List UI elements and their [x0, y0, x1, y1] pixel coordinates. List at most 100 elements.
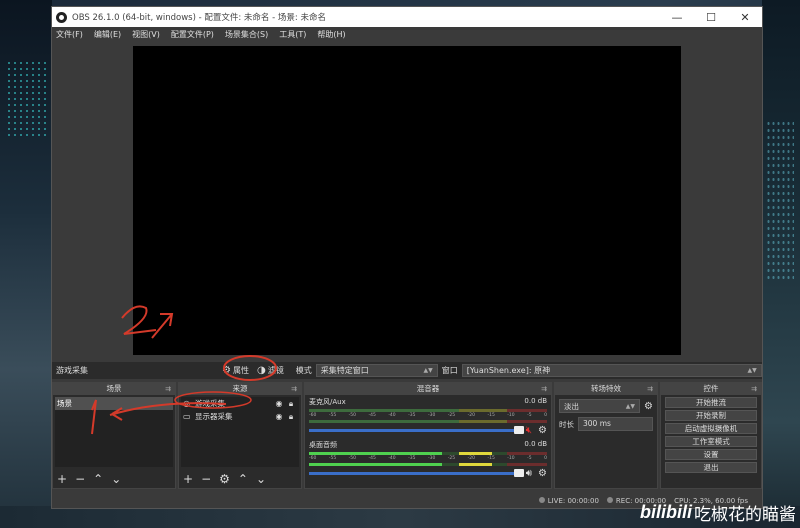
- exit-button[interactable]: 退出: [665, 462, 757, 473]
- menu-view[interactable]: 视图(V): [132, 29, 160, 40]
- eye-icon[interactable]: ◉: [273, 399, 285, 408]
- transition-value: 淡出: [564, 401, 579, 411]
- volume-slider[interactable]: [309, 426, 524, 434]
- studio-mode-button[interactable]: 工作室模式: [665, 436, 757, 447]
- window-value: [YuanShen.exe]: 原神: [466, 366, 551, 375]
- dock-pin-icon[interactable]: ⇉: [165, 383, 171, 395]
- gear-icon: ⚙: [222, 365, 231, 376]
- menu-scene-collection[interactable]: 场景集合(S): [225, 29, 268, 40]
- add-source-button[interactable]: +: [183, 472, 193, 486]
- move-down-button[interactable]: ⌄: [256, 472, 266, 486]
- gear-icon[interactable]: ⚙: [538, 425, 547, 436]
- sources-title: 来源: [232, 384, 248, 393]
- speaker-icon[interactable]: 🔊︎: [526, 468, 532, 479]
- window-label: 窗口: [441, 366, 458, 375]
- uploader-name: 吃椒花的瞄酱: [694, 505, 796, 525]
- source-name: 显示器采集: [195, 412, 233, 421]
- mixer-channel-mic: 麦克风/Aux 0.0 dB -60 -55 -50 -45 -40 -35 -30 -25-…: [305, 395, 551, 438]
- menu-edit[interactable]: 编辑(E): [94, 29, 121, 40]
- source-item[interactable]: ▭ 显示器采集 ◉ 🔒︎: [181, 410, 299, 423]
- obs-logo-icon: [56, 11, 67, 23]
- dock-pin-icon[interactable]: ⇉: [291, 383, 297, 395]
- channel-name: 麦克风/Aux: [309, 398, 346, 406]
- remove-source-button[interactable]: −: [201, 472, 211, 486]
- mixer-dock: 混音器 ⇉ 麦克风/Aux 0.0 dB -60 -55 -50 -45 -40 -35-…: [304, 382, 552, 489]
- dock-pin-icon[interactable]: ⇉: [647, 383, 653, 395]
- source-settings-button[interactable]: ⚙: [219, 472, 230, 486]
- close-button[interactable]: ✕: [728, 11, 762, 24]
- menu-file[interactable]: 文件(F): [56, 29, 83, 40]
- window-select[interactable]: [YuanShen.exe]: 原神 ▲▼: [461, 364, 762, 377]
- slider-knob[interactable]: [513, 469, 524, 477]
- city-lights: [6, 60, 46, 140]
- transition-select[interactable]: 淡出 ▲▼: [559, 399, 641, 413]
- channel-db: 0.0 dB: [524, 397, 547, 405]
- volume-meter: [309, 409, 547, 412]
- settings-button[interactable]: 设置: [665, 449, 757, 460]
- duration-input[interactable]: 300 ms: [578, 417, 653, 431]
- transitions-dock: 转场特效 ⇉ 淡出 ▲▼ ⚙ 时长 300 ms: [554, 382, 658, 489]
- lock-icon[interactable]: 🔒︎: [285, 412, 297, 422]
- scenes-list: 场景: [55, 397, 173, 467]
- chevron-updown-icon: ▲▼: [625, 402, 636, 410]
- start-recording-button[interactable]: 开始录制: [665, 410, 757, 421]
- menu-tools[interactable]: 工具(T): [279, 29, 306, 40]
- minimize-button[interactable]: —: [660, 11, 694, 24]
- start-streaming-button[interactable]: 开始推流: [665, 397, 757, 408]
- filters-button[interactable]: ◑ 滤镜: [257, 365, 284, 376]
- filter-icon: ◑: [256, 365, 266, 376]
- volume-meter: [309, 463, 547, 466]
- volume-meter: [309, 452, 547, 455]
- gear-icon[interactable]: ⚙: [644, 401, 653, 412]
- lock-icon[interactable]: 🔒︎: [285, 399, 297, 409]
- properties-label: 属性: [232, 366, 249, 375]
- scenes-title: 场景: [106, 384, 122, 393]
- controls-title: 控件: [703, 384, 719, 393]
- volume-slider[interactable]: [309, 469, 524, 477]
- slider-knob[interactable]: [513, 426, 524, 434]
- scene-item[interactable]: 场景: [55, 397, 173, 410]
- mode-label: 模式: [295, 366, 312, 375]
- controls-dock: 控件 ⇉ 开始推流 开始录制 启动虚拟摄像机 工作室模式 设置 退出: [660, 382, 762, 489]
- preview-canvas[interactable]: [133, 46, 681, 355]
- properties-button[interactable]: ⚙ 属性: [222, 365, 249, 376]
- broadcast-icon: [538, 496, 545, 503]
- volume-meter: [309, 420, 547, 423]
- filters-label: 滤镜: [267, 366, 284, 375]
- move-down-button[interactable]: ⌄: [111, 472, 121, 486]
- speaker-muted-icon[interactable]: 🔇︎: [526, 425, 532, 436]
- channel-name: 桌面音频: [309, 441, 337, 449]
- desktop-background-left: [0, 0, 52, 528]
- channel-db: 0.0 dB: [524, 440, 547, 448]
- maximize-button[interactable]: ☐: [694, 11, 728, 24]
- menu-profile[interactable]: 配置文件(P): [171, 29, 214, 40]
- desktop-background-right: [762, 0, 800, 528]
- mixer-title: 混音器: [416, 384, 440, 393]
- start-virtual-camera-button[interactable]: 启动虚拟摄像机: [665, 423, 757, 434]
- monitor-icon: ▭: [183, 412, 191, 421]
- transitions-title: 转场特效: [591, 384, 621, 393]
- add-scene-button[interactable]: +: [57, 472, 67, 486]
- move-up-button[interactable]: ⌃: [93, 472, 103, 486]
- eye-icon[interactable]: ◉: [273, 412, 285, 421]
- move-up-button[interactable]: ⌃: [238, 472, 248, 486]
- gear-icon[interactable]: ⚙: [538, 468, 547, 479]
- bilibili-logo: bilibili: [640, 502, 692, 522]
- sources-list: ◎ 游戏采集 ◉ 🔒︎ ▭ 显示器采集 ◉ 🔒︎: [181, 397, 299, 467]
- title-bar: OBS 26.1.0 (64-bit, windows) - 配置文件: 未命名…: [52, 7, 762, 27]
- menu-help[interactable]: 帮助(H): [317, 29, 345, 40]
- scenes-footer: + − ⌃ ⌄: [57, 472, 121, 486]
- chevron-updown-icon: ▲▼: [747, 367, 757, 374]
- dock-pin-icon[interactable]: ⇉: [541, 383, 547, 395]
- city-lights: [766, 120, 794, 280]
- bilibili-watermark: bilibili 吃椒花的瞄酱: [640, 500, 796, 525]
- remove-scene-button[interactable]: −: [75, 472, 85, 486]
- dock-pin-icon[interactable]: ⇉: [751, 383, 757, 395]
- mode-select[interactable]: 采集特定窗口 ▲▼: [315, 364, 438, 377]
- menu-bar: 文件(F) 编辑(E) 视图(V) 配置文件(P) 场景集合(S) 工具(T) …: [52, 27, 762, 42]
- sources-dock: 来源 ⇉ ◎ 游戏采集 ◉ 🔒︎ ▭ 显示器采集 ◉ 🔒︎ + − ⚙ ⌃ ⌄: [178, 382, 302, 489]
- gamepad-icon: ◎: [183, 399, 190, 408]
- source-name: 游戏采集: [195, 399, 225, 408]
- source-item[interactable]: ◎ 游戏采集 ◉ 🔒︎: [181, 397, 299, 410]
- chevron-updown-icon: ▲▼: [423, 367, 433, 374]
